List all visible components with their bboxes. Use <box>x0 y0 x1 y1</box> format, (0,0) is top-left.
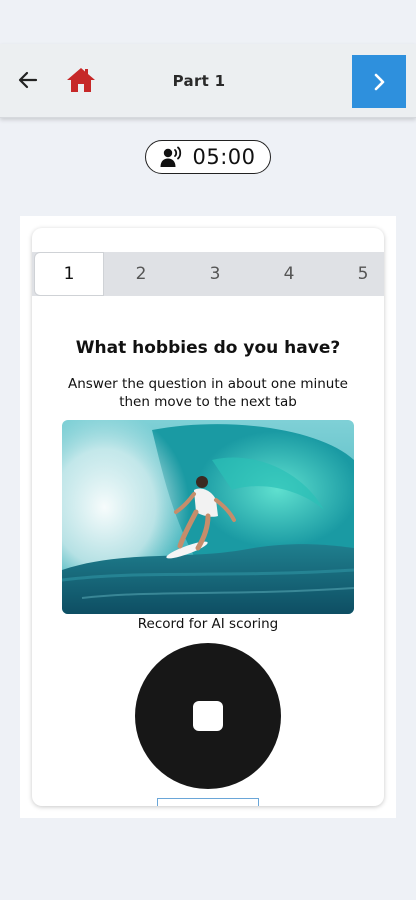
back-button[interactable] <box>12 64 44 96</box>
tab-3[interactable]: 3 <box>178 252 252 296</box>
home-icon <box>67 68 95 92</box>
chevron-right-icon <box>374 73 385 90</box>
record-stop-button[interactable] <box>135 643 281 789</box>
surfer-photo <box>62 420 354 614</box>
instruction-text: Answer the question in about one minute … <box>68 376 348 410</box>
scroll-hint-box <box>157 798 259 806</box>
countdown-timer: 05:00 <box>145 140 271 174</box>
record-label: Record for AI scoring <box>137 616 279 632</box>
top-bar: Part 1 <box>0 44 416 118</box>
arrow-left-icon <box>18 71 38 89</box>
question-tabs: 1 2 3 4 5 <box>32 252 384 296</box>
stop-icon <box>193 701 223 731</box>
tab-1[interactable]: 1 <box>34 252 104 296</box>
speaking-person-icon <box>160 146 182 167</box>
tab-5[interactable]: 5 <box>326 252 384 296</box>
home-button[interactable] <box>64 64 98 96</box>
timer-value: 05:00 <box>192 145 256 169</box>
task-panel: 1 2 3 4 5 What hobbies do you have? Answ… <box>20 216 396 818</box>
task-card: 1 2 3 4 5 What hobbies do you have? Answ… <box>32 228 384 806</box>
page-title: Part 1 <box>172 72 226 90</box>
question-heading: What hobbies do you have? <box>75 338 341 358</box>
next-button[interactable] <box>352 55 406 108</box>
tab-4[interactable]: 4 <box>252 252 326 296</box>
tab-2[interactable]: 2 <box>104 252 178 296</box>
